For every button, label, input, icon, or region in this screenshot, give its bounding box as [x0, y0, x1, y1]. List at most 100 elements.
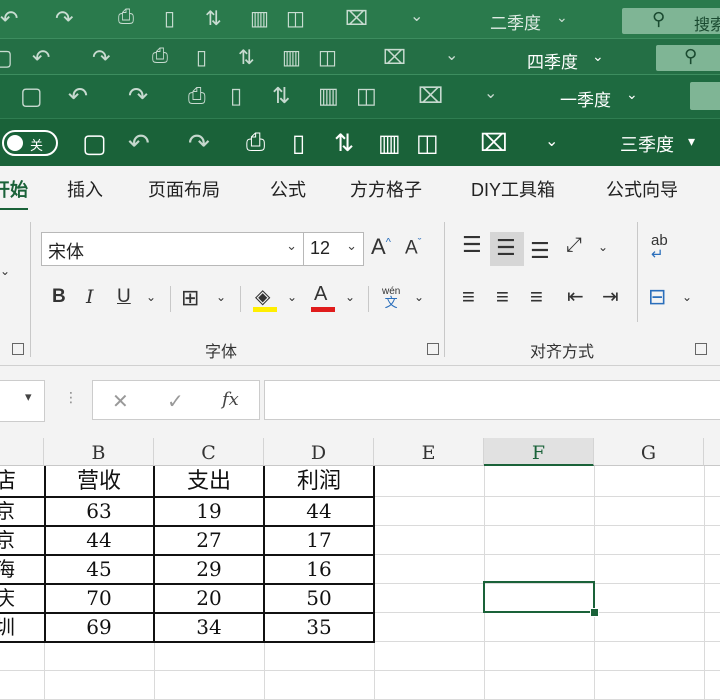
font-launcher-icon[interactable]: [427, 343, 439, 355]
column-header-e[interactable]: E: [374, 438, 484, 466]
font-size-select[interactable]: 12 ⌄: [304, 232, 364, 266]
title-dropdown-icon[interactable]: ⌄: [556, 9, 568, 26]
redo-icon[interactable]: ↷: [92, 45, 110, 71]
table-header-cell[interactable]: 营收: [44, 467, 154, 496]
undo-icon[interactable]: ↶: [128, 128, 150, 159]
table-cell[interactable]: 63: [44, 497, 154, 526]
chart-icon[interactable]: ▥: [250, 6, 269, 31]
orientation-icon[interactable]: ⤢: [566, 234, 582, 257]
fill-handle[interactable]: [590, 608, 599, 617]
merge-center-icon[interactable]: ⊟: [648, 284, 666, 310]
name-box[interactable]: ▾: [0, 380, 45, 422]
borders-icon[interactable]: ⊞: [181, 285, 199, 311]
decrease-indent-icon[interactable]: ⇤: [567, 284, 584, 309]
undo-icon[interactable]: ↶: [32, 45, 50, 71]
table-cell[interactable]: 海: [0, 555, 20, 584]
align-center-icon[interactable]: ≡: [496, 284, 509, 310]
new-file-icon[interactable]: ▯: [292, 129, 305, 158]
chevron-down-icon[interactable]: ⌄: [0, 264, 10, 278]
customize-toolbar-icon[interactable]: ⌄: [445, 45, 458, 65]
chevron-down-icon[interactable]: ⌄: [287, 290, 297, 304]
save-icon[interactable]: ▢: [82, 128, 107, 159]
shrink-font-button[interactable]: Aˇ: [405, 237, 421, 259]
table-cell[interactable]: 京: [0, 497, 20, 526]
sort-icon[interactable]: ⇅: [238, 45, 255, 70]
chart-icon[interactable]: ▥: [282, 45, 301, 70]
tab-diy-toolbox[interactable]: DIY工具箱: [471, 176, 555, 202]
sort-icon[interactable]: ⇅: [272, 83, 290, 109]
table-cell[interactable]: 27: [154, 526, 264, 555]
undo-icon[interactable]: ↶: [0, 6, 18, 32]
clipboard-launcher-icon[interactable]: [12, 343, 24, 355]
save-icon[interactable]: ▢: [20, 82, 43, 111]
table-header-cell[interactable]: 店: [0, 467, 20, 496]
redo-icon[interactable]: ↷: [55, 6, 73, 32]
table-cell[interactable]: 44: [264, 497, 374, 526]
shapes-icon[interactable]: ◫: [286, 6, 305, 31]
sort-icon[interactable]: ⇅: [334, 129, 354, 158]
column-header-b[interactable]: B: [44, 438, 154, 466]
customize-toolbar-icon[interactable]: ⌄: [410, 6, 423, 26]
column-header-g[interactable]: G: [594, 438, 704, 466]
search-box[interactable]: ⚲: [656, 45, 720, 71]
underline-button[interactable]: U: [117, 286, 131, 308]
formula-input[interactable]: [264, 380, 720, 420]
table-cell[interactable]: 70: [44, 584, 154, 613]
grow-font-button[interactable]: A^: [371, 234, 391, 260]
column-header-h[interactable]: [704, 438, 720, 466]
worksheet-grid[interactable]: B C D E F G 店 营收 支出 利润 京 63 19 44 京 44 2…: [0, 438, 720, 700]
new-file-icon[interactable]: ▯: [196, 45, 207, 70]
table-cell[interactable]: 圳: [0, 613, 20, 642]
active-cell[interactable]: [483, 581, 595, 613]
table-cell[interactable]: 35: [264, 613, 374, 642]
font-color-button[interactable]: A: [314, 283, 327, 306]
table-header-cell[interactable]: 支出: [154, 467, 264, 496]
undo-icon[interactable]: ↶: [68, 82, 88, 111]
title-dropdown-icon[interactable]: ▾: [688, 133, 695, 150]
shapes-icon[interactable]: ◫: [356, 83, 377, 109]
tab-formula-wizard[interactable]: 公式向导: [606, 176, 678, 202]
shapes-icon[interactable]: ◫: [416, 129, 439, 158]
column-header-c[interactable]: C: [154, 438, 264, 466]
phonetic-guide-icon[interactable]: wén 文: [382, 286, 400, 309]
bold-button[interactable]: B: [52, 286, 66, 308]
text-box-icon[interactable]: ⌧: [345, 6, 368, 31]
print-preview-icon[interactable]: ⎙: [246, 129, 265, 157]
redo-icon[interactable]: ↷: [128, 82, 148, 111]
tab-insert[interactable]: 插入: [67, 176, 103, 202]
print-preview-icon[interactable]: ⎙: [118, 6, 134, 29]
table-cell[interactable]: 京: [0, 526, 20, 555]
redo-icon[interactable]: ↷: [188, 128, 210, 159]
chevron-down-icon[interactable]: ⌄: [146, 290, 156, 304]
font-name-select[interactable]: 宋体 ⌄: [41, 232, 304, 266]
shapes-icon[interactable]: ◫: [318, 45, 337, 70]
alignment-launcher-icon[interactable]: [695, 343, 707, 355]
chevron-down-icon[interactable]: ⌄: [598, 240, 608, 254]
title-dropdown-icon[interactable]: ⌄: [626, 86, 638, 103]
new-file-icon[interactable]: ▯: [164, 6, 175, 31]
table-cell[interactable]: 44: [44, 526, 154, 555]
table-cell[interactable]: 29: [154, 555, 264, 584]
table-cell[interactable]: 20: [154, 584, 264, 613]
table-cell[interactable]: 45: [44, 555, 154, 584]
customize-toolbar-icon[interactable]: ⌄: [484, 83, 497, 103]
column-header-f[interactable]: F: [484, 438, 594, 466]
autosave-toggle[interactable]: 关: [2, 130, 58, 156]
table-cell[interactable]: 19: [154, 497, 264, 526]
table-cell[interactable]: 16: [264, 555, 374, 584]
column-header-d[interactable]: D: [264, 438, 374, 466]
insert-function-button[interactable]: fx: [222, 389, 239, 410]
text-box-icon[interactable]: ⌧: [418, 83, 443, 109]
table-cell[interactable]: 34: [154, 613, 264, 642]
table-cell[interactable]: 69: [44, 613, 154, 642]
search-box[interactable]: [690, 82, 720, 110]
fill-color-icon[interactable]: ◈: [255, 284, 270, 309]
sort-icon[interactable]: ⇅: [205, 6, 222, 31]
save-icon[interactable]: ▢: [0, 45, 13, 71]
align-right-icon[interactable]: ≡: [530, 284, 543, 310]
align-middle-button[interactable]: ☰: [490, 232, 524, 266]
table-cell[interactable]: 庆: [0, 584, 20, 613]
align-top-icon[interactable]: ☰: [462, 232, 482, 258]
new-file-icon[interactable]: ▯: [230, 83, 242, 109]
chart-icon[interactable]: ▥: [378, 129, 401, 158]
